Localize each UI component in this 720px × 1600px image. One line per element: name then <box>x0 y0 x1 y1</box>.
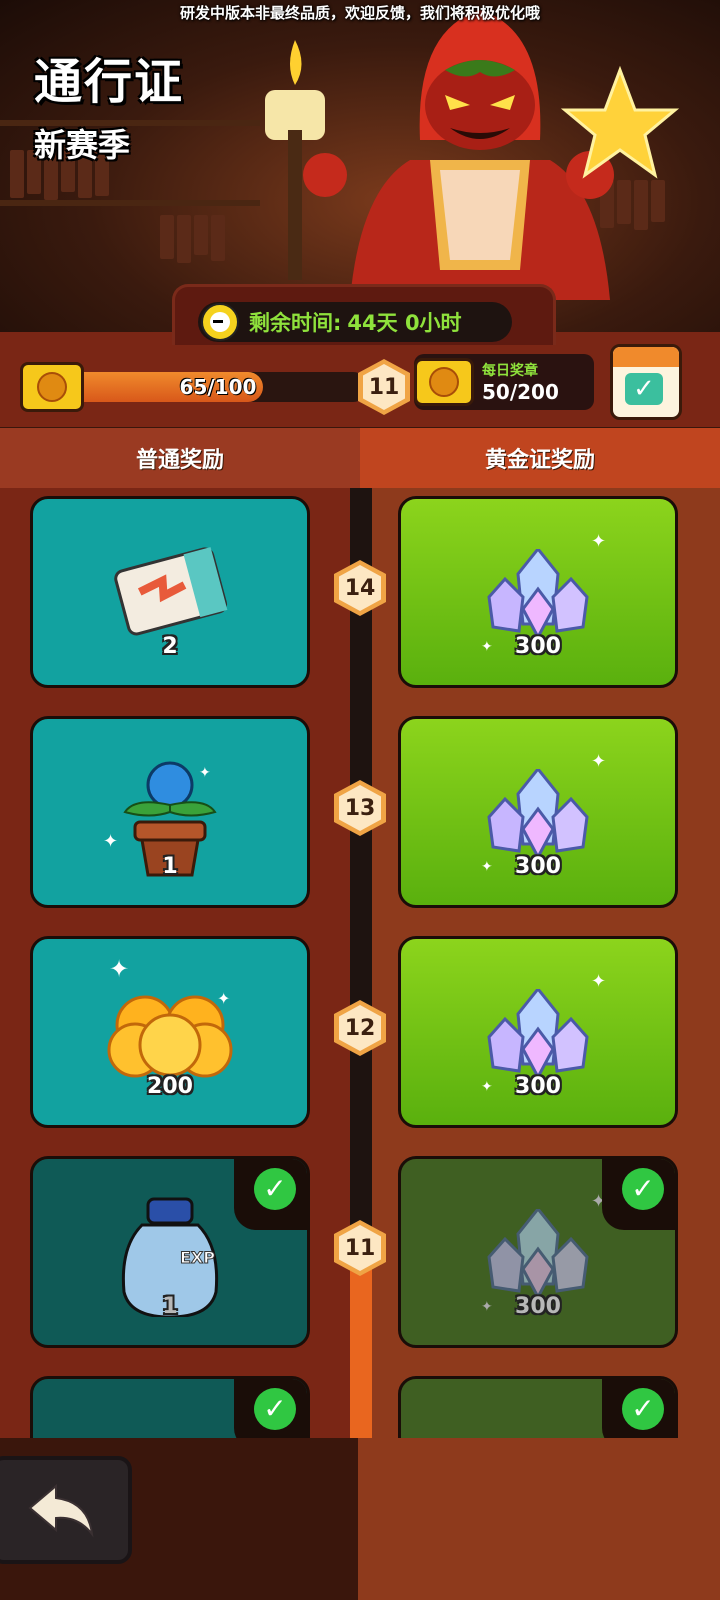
gold-reward-card[interactable]: ✦ ✦ 300 <box>398 936 678 1128</box>
ticket-icon <box>114 547 228 636</box>
reward-quantity: 300 <box>515 1074 561 1099</box>
page-title: 通行证 <box>34 54 185 110</box>
bookshelf <box>0 200 260 206</box>
normal-reward-card-claimed[interactable]: EXP 1 ✓ <box>30 1156 310 1348</box>
back-button[interactable] <box>0 1456 132 1564</box>
dev-notice: 研发中版本非最终品质，欢迎反馈，我们将积极优化哦 <box>179 4 540 22</box>
sparkle-icon: ✦ <box>591 531 607 552</box>
reward-quantity: 300 <box>515 1294 561 1319</box>
daily-medal-icon <box>414 358 474 406</box>
normal-reward-card-claimed[interactable]: ✓ <box>30 1376 310 1438</box>
daily-medal-label: 每日奖章 <box>482 363 538 379</box>
crystal-icon <box>487 549 589 639</box>
clock-icon <box>201 303 239 341</box>
claimed-tab: ✓ <box>234 1159 307 1230</box>
gold-reward-card-claimed[interactable]: ✓ <box>398 1376 678 1438</box>
level-number: 11 <box>339 1225 381 1271</box>
claimed-check-icon: ✓ <box>254 1168 296 1210</box>
tab-normal-rewards[interactable]: 普通奖励 <box>0 428 360 488</box>
check-icon: ✓ <box>625 373 663 405</box>
claimed-check-icon: ✓ <box>622 1168 664 1210</box>
remaining-time: 剩余时间: 44天 0小时 <box>198 302 512 342</box>
level-track-fill <box>350 1248 372 1438</box>
level-progress-bar: 65/100 <box>68 372 368 402</box>
reward-quantity: 300 <box>515 634 561 659</box>
svg-text:EXP: EXP <box>180 1248 215 1267</box>
gold-reward-card-claimed[interactable]: ✦ ✦ 300 ✓ <box>398 1156 678 1348</box>
back-arrow-icon <box>28 1483 94 1538</box>
sparkle-icon: ✦ <box>591 971 607 992</box>
gold-reward-card[interactable]: ✦ ✦ 300 <box>398 496 678 688</box>
reward-quantity: 1 <box>162 854 178 879</box>
bottom-bar-right <box>358 1438 720 1600</box>
books <box>160 215 225 263</box>
chili-wizard-character <box>265 10 680 300</box>
reward-list[interactable]: 2 ✦ ✦ 300 14 ✦ ✦ 1 ✦ ✦ 300 13 ✦ ✦ 200 ✦ … <box>0 488 720 1438</box>
gold-coins-icon <box>107 995 233 1078</box>
pass-ticket-icon <box>20 362 84 412</box>
claimed-tab: ✓ <box>602 1159 675 1230</box>
calendar-checkin-button[interactable]: ✓ <box>610 344 682 420</box>
normal-reward-card[interactable]: ✦ ✦ 1 <box>30 716 310 908</box>
reward-quantity: 1 <box>162 1294 178 1319</box>
sparkle-icon: ✦ <box>591 751 607 772</box>
claimed-check-icon: ✓ <box>254 1388 296 1430</box>
season-subtitle: 新赛季 <box>34 126 131 164</box>
level-number: 13 <box>339 785 381 831</box>
crystal-icon <box>487 769 589 859</box>
reward-quantity: 300 <box>515 854 561 879</box>
claimed-tab: ✓ <box>234 1379 307 1438</box>
tab-gold-rewards[interactable]: 黄金证奖励 <box>360 428 720 488</box>
crystal-icon <box>487 989 589 1079</box>
claimed-tab: ✓ <box>602 1379 675 1438</box>
gold-reward-card[interactable]: ✦ ✦ 300 <box>398 716 678 908</box>
normal-reward-card[interactable]: 2 <box>30 496 310 688</box>
timer-label: 剩余时间: <box>249 311 342 335</box>
sparkle-icon: ✦ <box>109 955 130 983</box>
normal-reward-card[interactable]: ✦ ✦ 200 <box>30 936 310 1128</box>
reward-quantity: 2 <box>162 634 178 659</box>
timer-value: 44天 0小时 <box>347 311 462 335</box>
crystal-icon <box>487 1209 589 1299</box>
level-number: 14 <box>339 565 381 611</box>
current-level-number: 11 <box>363 364 405 410</box>
claimed-check-icon: ✓ <box>622 1388 664 1430</box>
daily-medal-value: 50/200 <box>482 380 559 404</box>
reward-quantity: 200 <box>147 1074 193 1099</box>
level-number: 12 <box>339 1005 381 1051</box>
level-progress-text: 65/100 <box>179 375 257 399</box>
